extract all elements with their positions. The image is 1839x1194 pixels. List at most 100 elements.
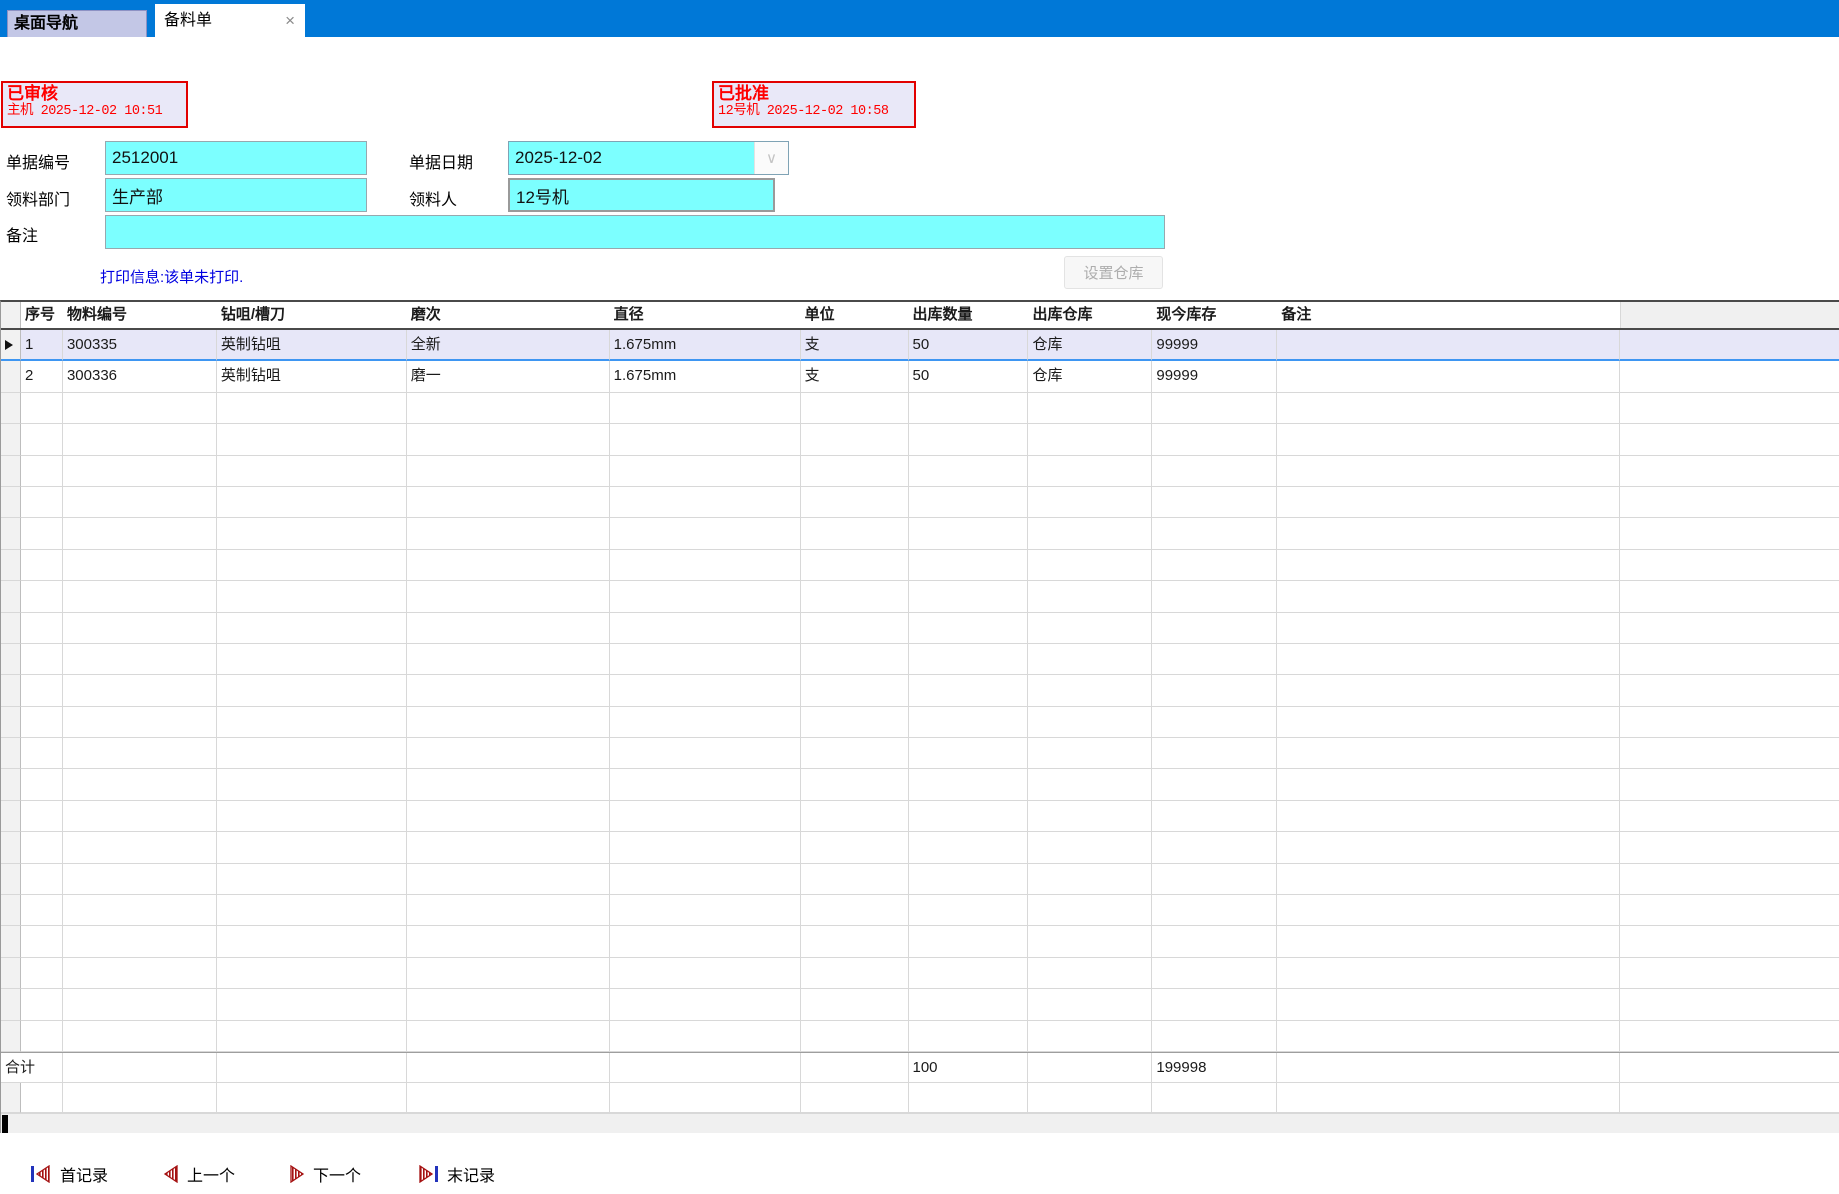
cell-grind[interactable] bbox=[407, 613, 610, 644]
cell-filler[interactable] bbox=[1620, 330, 1839, 361]
cell-warehouse[interactable]: 仓库 bbox=[1028, 330, 1152, 361]
cell-unit[interactable] bbox=[801, 424, 909, 455]
hscrollbar-thumb[interactable] bbox=[2, 1115, 8, 1133]
cell-warehouse[interactable] bbox=[1028, 769, 1152, 800]
table-row[interactable] bbox=[1, 769, 1839, 800]
cell-seq[interactable] bbox=[21, 769, 63, 800]
cell-warehouse[interactable] bbox=[1028, 832, 1152, 863]
cell-material_no[interactable] bbox=[63, 487, 217, 518]
cell-grind[interactable] bbox=[407, 393, 610, 424]
cell-material_no[interactable] bbox=[63, 864, 217, 895]
cell-seq[interactable] bbox=[21, 393, 63, 424]
cell-material_no[interactable] bbox=[63, 518, 217, 549]
cell-seq[interactable] bbox=[21, 864, 63, 895]
cell-tool[interactable] bbox=[217, 1021, 407, 1052]
cell-remark[interactable] bbox=[1277, 393, 1620, 424]
cell-unit[interactable]: 支 bbox=[801, 361, 909, 392]
cell-stock[interactable] bbox=[1152, 801, 1277, 832]
cell-seq[interactable] bbox=[21, 707, 63, 738]
row-selector[interactable] bbox=[1, 424, 21, 455]
cell-unit[interactable] bbox=[801, 769, 909, 800]
cell-stock[interactable] bbox=[1152, 675, 1277, 706]
cell-seq[interactable] bbox=[21, 644, 63, 675]
row-selector[interactable] bbox=[1, 801, 21, 832]
cell-grind[interactable] bbox=[407, 550, 610, 581]
cell-qty[interactable] bbox=[909, 644, 1029, 675]
row-selector[interactable] bbox=[1, 644, 21, 675]
cell-tool[interactable] bbox=[217, 644, 407, 675]
cell-qty[interactable]: 50 bbox=[909, 330, 1029, 361]
cell-warehouse[interactable] bbox=[1028, 864, 1152, 895]
cell-remark[interactable] bbox=[1277, 769, 1620, 800]
cell-qty[interactable] bbox=[909, 801, 1029, 832]
cell-stock[interactable] bbox=[1152, 1021, 1277, 1052]
cell-filler[interactable] bbox=[1620, 801, 1839, 832]
cell-remark[interactable] bbox=[1277, 738, 1620, 769]
last-record-button[interactable]: 末记录 bbox=[417, 1158, 495, 1190]
cell-grind[interactable] bbox=[407, 581, 610, 612]
cell-qty[interactable] bbox=[909, 707, 1029, 738]
cell-qty[interactable] bbox=[909, 518, 1029, 549]
cell-diameter[interactable] bbox=[610, 644, 801, 675]
cell-diameter[interactable]: 1.675mm bbox=[610, 330, 801, 361]
cell-unit[interactable] bbox=[801, 989, 909, 1020]
cell-qty[interactable] bbox=[909, 613, 1029, 644]
cell-unit[interactable] bbox=[801, 926, 909, 957]
row-selector[interactable] bbox=[1, 769, 21, 800]
table-row[interactable] bbox=[1, 895, 1839, 926]
table-row[interactable] bbox=[1, 958, 1839, 989]
cell-filler[interactable] bbox=[1620, 738, 1839, 769]
cell-warehouse[interactable] bbox=[1028, 487, 1152, 518]
cell-grind[interactable] bbox=[407, 644, 610, 675]
table-row[interactable] bbox=[1, 581, 1839, 612]
cell-tool[interactable] bbox=[217, 707, 407, 738]
cell-material_no[interactable] bbox=[63, 738, 217, 769]
cell-stock[interactable] bbox=[1152, 456, 1277, 487]
cell-unit[interactable] bbox=[801, 581, 909, 612]
cell-warehouse[interactable] bbox=[1028, 958, 1152, 989]
cell-grind[interactable] bbox=[407, 801, 610, 832]
cell-warehouse[interactable] bbox=[1028, 738, 1152, 769]
cell-diameter[interactable] bbox=[610, 895, 801, 926]
cell-seq[interactable] bbox=[21, 989, 63, 1020]
cell-filler[interactable] bbox=[1620, 613, 1839, 644]
cell-diameter[interactable] bbox=[610, 864, 801, 895]
cell-diameter[interactable] bbox=[610, 424, 801, 455]
cell-material_no[interactable] bbox=[63, 926, 217, 957]
cell-diameter[interactable] bbox=[610, 1021, 801, 1052]
cell-filler[interactable] bbox=[1620, 832, 1839, 863]
table-row[interactable] bbox=[1, 675, 1839, 706]
cell-filler[interactable] bbox=[1620, 864, 1839, 895]
row-selector[interactable] bbox=[1, 613, 21, 644]
cell-seq[interactable] bbox=[21, 581, 63, 612]
cell-remark[interactable] bbox=[1277, 581, 1620, 612]
cell-stock[interactable] bbox=[1152, 707, 1277, 738]
cell-remark[interactable] bbox=[1277, 801, 1620, 832]
row-selector[interactable] bbox=[1, 707, 21, 738]
doc-no-field[interactable] bbox=[105, 141, 367, 175]
cell-qty[interactable] bbox=[909, 550, 1029, 581]
cell-unit[interactable] bbox=[801, 518, 909, 549]
cell-stock[interactable]: 99999 bbox=[1152, 330, 1277, 361]
cell-seq[interactable]: 2 bbox=[21, 361, 63, 392]
cell-filler[interactable] bbox=[1620, 958, 1839, 989]
cell-remark[interactable] bbox=[1277, 989, 1620, 1020]
cell-tool[interactable] bbox=[217, 801, 407, 832]
cell-stock[interactable] bbox=[1152, 958, 1277, 989]
cell-remark[interactable] bbox=[1277, 1021, 1620, 1052]
cell-diameter[interactable] bbox=[610, 518, 801, 549]
row-selector[interactable] bbox=[1, 456, 21, 487]
cell-qty[interactable] bbox=[909, 1021, 1029, 1052]
cell-stock[interactable] bbox=[1152, 487, 1277, 518]
cell-stock[interactable] bbox=[1152, 393, 1277, 424]
cell-tool[interactable] bbox=[217, 456, 407, 487]
cell-grind[interactable] bbox=[407, 832, 610, 863]
cell-remark[interactable] bbox=[1277, 424, 1620, 455]
cell-stock[interactable] bbox=[1152, 864, 1277, 895]
cell-tool[interactable]: 英制钻咀 bbox=[217, 361, 407, 392]
cell-stock[interactable] bbox=[1152, 518, 1277, 549]
first-record-button[interactable]: 首记录 bbox=[30, 1158, 108, 1190]
row-selector[interactable] bbox=[1, 487, 21, 518]
cell-unit[interactable] bbox=[801, 644, 909, 675]
cell-tool[interactable] bbox=[217, 895, 407, 926]
